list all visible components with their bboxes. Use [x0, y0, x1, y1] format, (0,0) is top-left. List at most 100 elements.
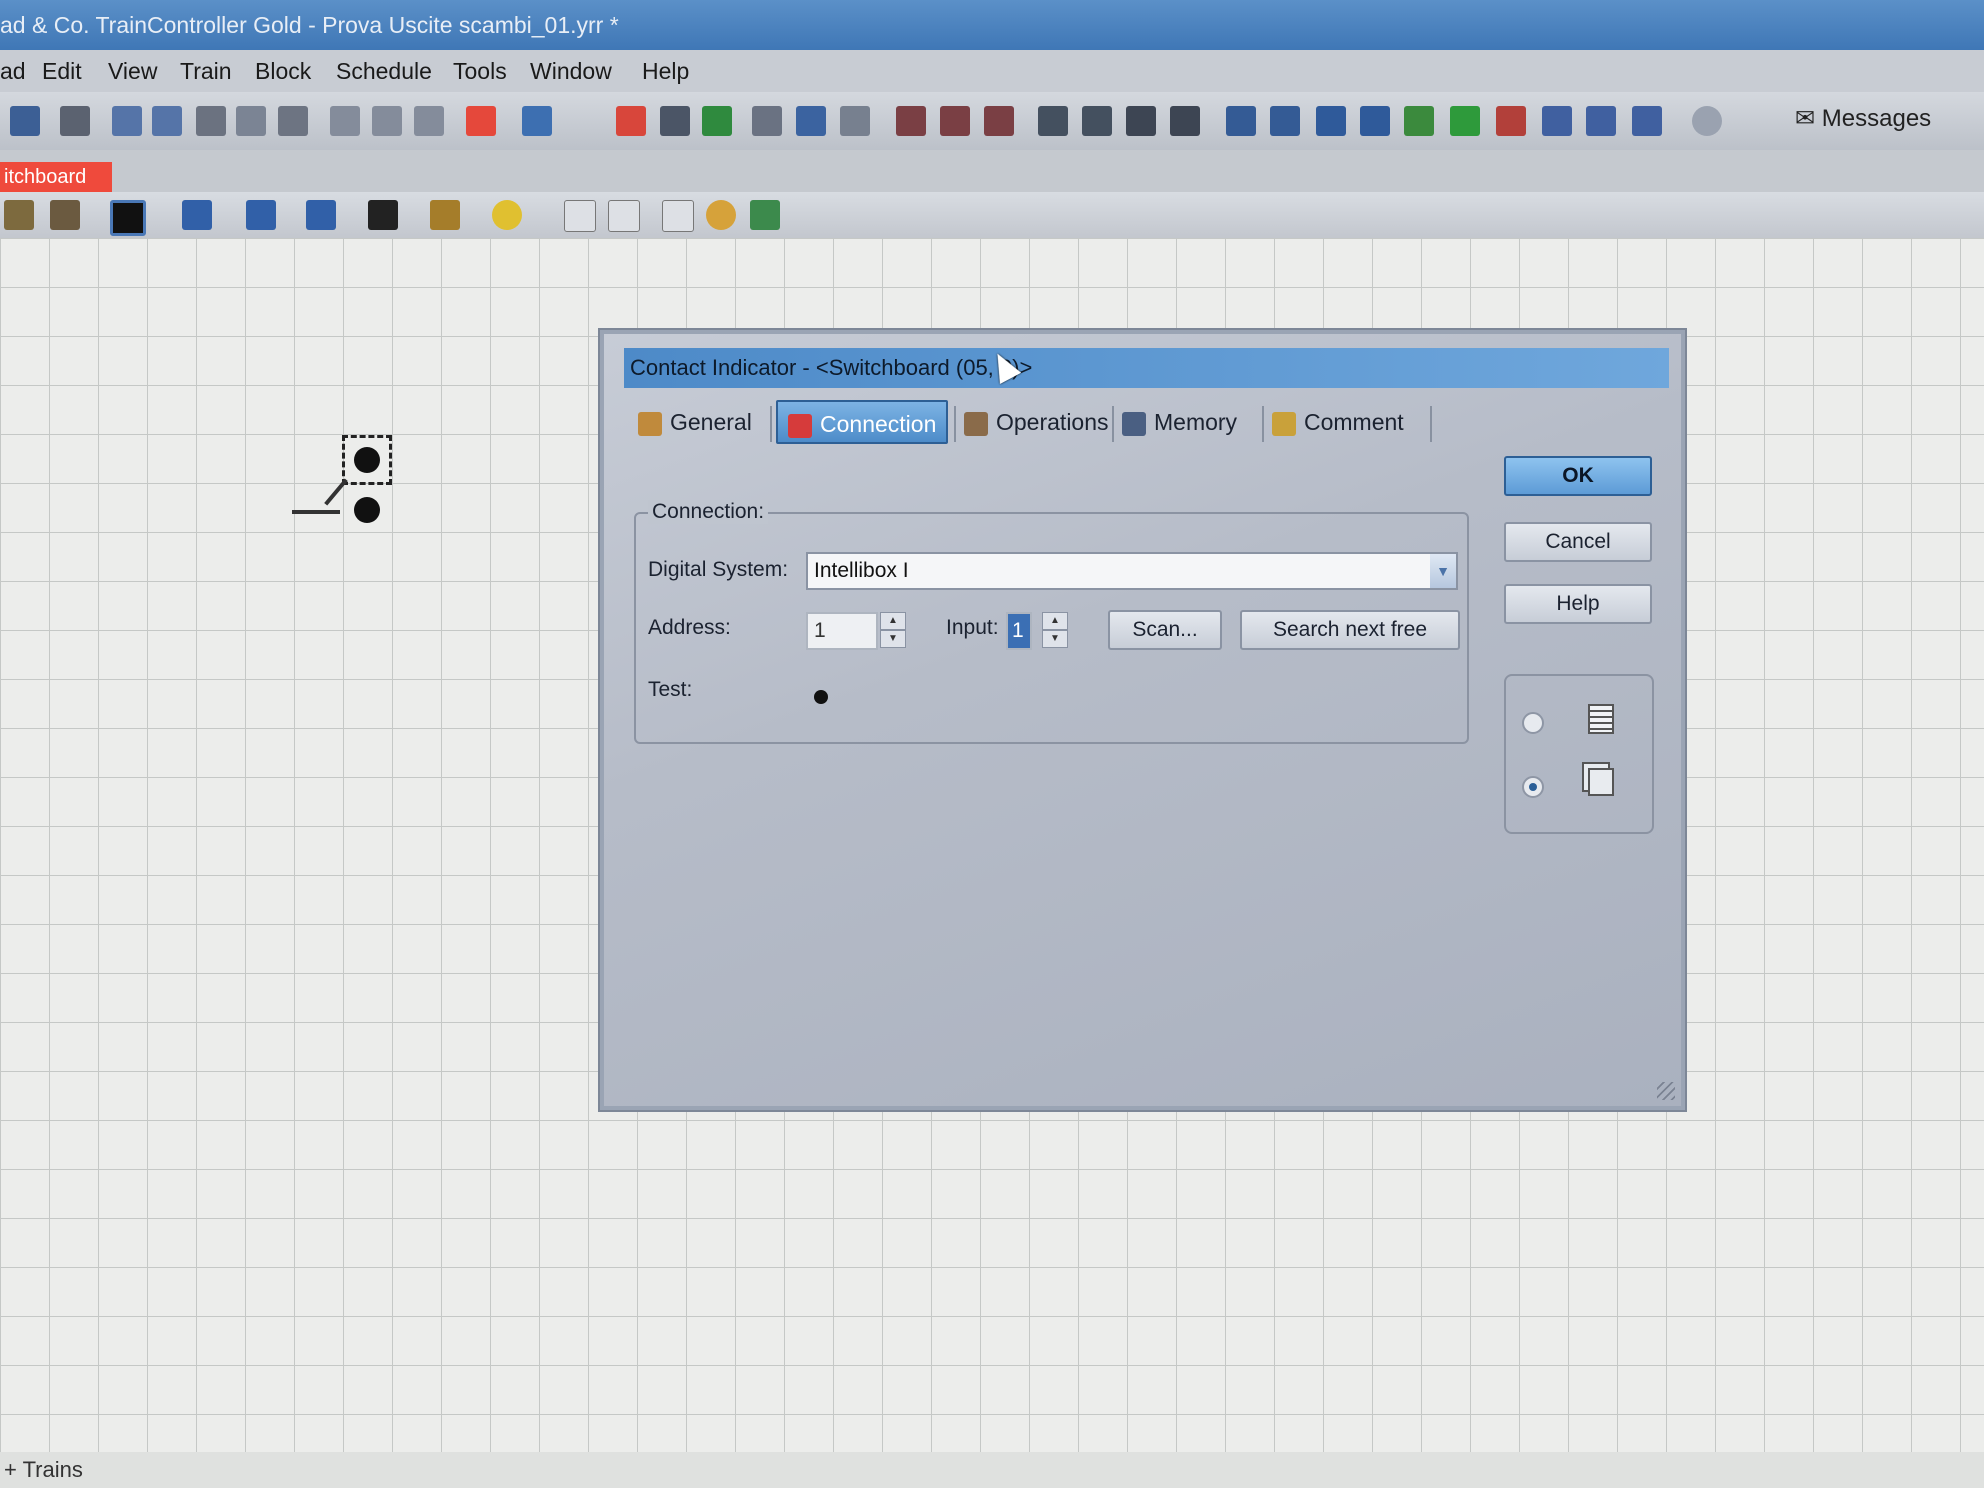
- image-icon[interactable]: [750, 200, 780, 230]
- rectangle-icon[interactable]: [430, 200, 460, 230]
- tool-icon[interactable]: [796, 106, 826, 136]
- stepper-up-icon[interactable]: ▲: [1042, 612, 1068, 630]
- test-indicator-dot[interactable]: [814, 690, 828, 704]
- track-icon[interactable]: [1082, 106, 1112, 136]
- drawing-toolbar: [0, 192, 1984, 239]
- search-next-free-button[interactable]: Search next free: [1240, 610, 1460, 650]
- menu-view[interactable]: View: [108, 58, 157, 85]
- connection-group-label: Connection:: [648, 500, 769, 524]
- contact-indicator-dialog: Contact Indicator - <Switchboard (05, 0)…: [600, 330, 1685, 1110]
- stepper-down-icon[interactable]: ▼: [1042, 630, 1068, 648]
- connection-group: Connection: Digital System: Intellibox I…: [634, 500, 1469, 744]
- help-button[interactable]: Help: [1504, 584, 1652, 624]
- brush-icon[interactable]: [50, 200, 80, 230]
- stop-icon[interactable]: [616, 106, 646, 136]
- messages-label: Messages: [1821, 105, 1932, 132]
- cancel-button[interactable]: Cancel: [1504, 522, 1652, 562]
- paste-icon[interactable]: [278, 106, 308, 136]
- clock-icon[interactable]: [1692, 106, 1722, 136]
- input-field[interactable]: 1: [1006, 612, 1032, 650]
- fill-color-icon[interactable]: [368, 200, 398, 230]
- arrow-icon[interactable]: [306, 200, 336, 230]
- signal-icon[interactable]: [984, 106, 1014, 136]
- line-style-icon[interactable]: [246, 200, 276, 230]
- block-icon[interactable]: [1170, 106, 1200, 136]
- stepper-down-icon[interactable]: ▼: [880, 630, 906, 648]
- address-stepper[interactable]: ▲ ▼: [880, 612, 906, 648]
- window-icon[interactable]: [1586, 106, 1616, 136]
- gear-icon[interactable]: [660, 106, 690, 136]
- text-box-icon[interactable]: [608, 200, 640, 232]
- copy-icon[interactable]: [236, 106, 266, 136]
- resize-grip-icon[interactable]: [1657, 1082, 1675, 1100]
- input-stepper[interactable]: ▲ ▼: [1042, 612, 1068, 648]
- messages-button[interactable]: ✉ Messages: [1795, 104, 1931, 133]
- tool-icon[interactable]: [330, 106, 360, 136]
- input-label: Input:: [946, 616, 999, 639]
- up-arrow-icon[interactable]: [702, 106, 732, 136]
- print-icon[interactable]: [60, 106, 90, 136]
- ok-button[interactable]: OK: [1504, 456, 1652, 496]
- tool-icon[interactable]: [1496, 106, 1526, 136]
- signal-icon[interactable]: [940, 106, 970, 136]
- globe-icon[interactable]: [522, 106, 552, 136]
- trains-panel-label[interactable]: + Trains: [4, 1457, 83, 1482]
- digital-system-select[interactable]: Intellibox I ▼: [806, 552, 1458, 590]
- window-icon[interactable]: [1542, 106, 1572, 136]
- edit-mode-icon[interactable]: [466, 106, 496, 136]
- tab-connection[interactable]: Connection: [776, 400, 948, 444]
- tool-icon[interactable]: [1404, 106, 1434, 136]
- line-icon[interactable]: [182, 200, 212, 230]
- menu-edit[interactable]: Edit: [42, 58, 82, 85]
- list-view-icon: [1588, 704, 1614, 734]
- field-icon[interactable]: [564, 200, 596, 232]
- window-icon[interactable]: [1632, 106, 1662, 136]
- tool-icon[interactable]: [372, 106, 402, 136]
- view-mode-radio-windows[interactable]: [1522, 776, 1544, 798]
- tab-general[interactable]: General: [638, 400, 752, 444]
- signal-icon[interactable]: [896, 106, 926, 136]
- menu-schedule[interactable]: Schedule: [336, 58, 432, 85]
- menu-help[interactable]: Help: [642, 58, 689, 85]
- tool-icon[interactable]: [414, 106, 444, 136]
- stepper-up-icon[interactable]: ▲: [880, 612, 906, 630]
- redo-icon[interactable]: [152, 106, 182, 136]
- color-picker-icon[interactable]: [110, 200, 146, 236]
- view-mode-radio-list[interactable]: [1522, 712, 1544, 734]
- menu-block[interactable]: Block: [255, 58, 311, 85]
- dialog-title-bar[interactable]: Contact Indicator - <Switchboard (05, 0)…: [624, 348, 1669, 388]
- block-icon[interactable]: [1126, 106, 1156, 136]
- address-label: Address:: [648, 616, 731, 639]
- tool-icon[interactable]: [1316, 106, 1346, 136]
- route-icon[interactable]: [1226, 106, 1256, 136]
- tab-operations[interactable]: Operations: [964, 400, 1109, 444]
- menu-tools[interactable]: Tools: [453, 58, 507, 85]
- route-icon[interactable]: [1270, 106, 1300, 136]
- tab-switchboard[interactable]: itchboard: [0, 162, 112, 192]
- ellipse-icon[interactable]: [492, 200, 522, 230]
- test-label: Test:: [648, 678, 693, 701]
- track-icon[interactable]: [1038, 106, 1068, 136]
- palette-icon[interactable]: [706, 200, 736, 230]
- menu-train[interactable]: Train: [180, 58, 232, 85]
- pencil-icon[interactable]: [4, 200, 34, 230]
- scan-button[interactable]: Scan...: [1108, 610, 1222, 650]
- text-a-icon[interactable]: [1450, 106, 1480, 136]
- contact-dot-top: [354, 447, 380, 473]
- address-input[interactable]: 1: [806, 612, 878, 650]
- abc-text-icon[interactable]: [662, 200, 694, 232]
- menu-file[interactable]: ad: [0, 58, 26, 85]
- tool-icon[interactable]: [1360, 106, 1390, 136]
- tab-memory[interactable]: Memory: [1122, 400, 1237, 444]
- contact-indicator-selection[interactable]: [342, 435, 392, 485]
- contact-dot-bottom: [354, 497, 380, 523]
- tool-icon[interactable]: [752, 106, 782, 136]
- chevron-down-icon[interactable]: ▼: [1430, 554, 1456, 588]
- tab-separator: [1430, 406, 1432, 442]
- tool-icon[interactable]: [840, 106, 870, 136]
- menu-window[interactable]: Window: [530, 58, 612, 85]
- undo-icon[interactable]: [112, 106, 142, 136]
- cut-icon[interactable]: [196, 106, 226, 136]
- save-icon[interactable]: [10, 106, 40, 136]
- tab-comment[interactable]: Comment: [1272, 400, 1404, 444]
